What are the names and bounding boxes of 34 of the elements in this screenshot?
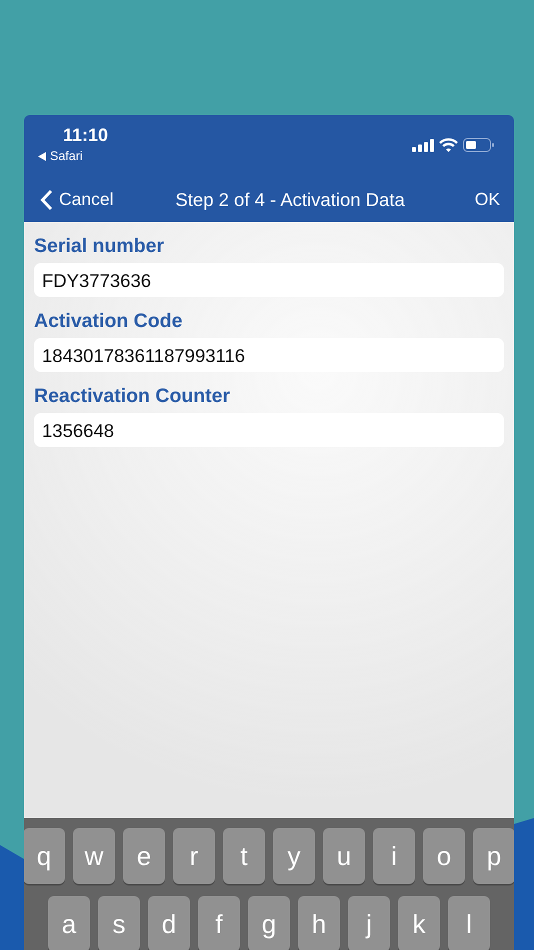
- keyboard-key[interactable]: p: [473, 828, 514, 884]
- keyboard-key[interactable]: o: [423, 828, 465, 884]
- keyboard-key[interactable]: q: [24, 828, 65, 884]
- keyboard-key[interactable]: j: [348, 896, 390, 950]
- battery-icon: [463, 138, 494, 152]
- keyboard-key[interactable]: u: [323, 828, 365, 884]
- keyboard-key[interactable]: f: [198, 896, 240, 950]
- input-field[interactable]: FDY3773636: [34, 263, 504, 297]
- input-field[interactable]: 1356648: [34, 413, 504, 447]
- keyboard-key[interactable]: i: [373, 828, 415, 884]
- keyboard-key[interactable]: h: [298, 896, 340, 950]
- keyboard-key[interactable]: d: [148, 896, 190, 950]
- wifi-icon: [439, 138, 458, 152]
- field-label: Reactivation Counter: [34, 384, 232, 409]
- keyboard-key[interactable]: a: [48, 896, 90, 950]
- field-label: Activation Code: [34, 309, 184, 334]
- back-triangle-icon: [38, 152, 46, 160]
- signal-icon: [412, 138, 434, 152]
- keyboard-key[interactable]: y: [273, 828, 315, 884]
- keyboard-key[interactable]: w: [73, 828, 115, 884]
- status-time: 11:10: [63, 125, 108, 145]
- keyboard-key[interactable]: k: [398, 896, 440, 950]
- chevron-left-icon: [40, 188, 53, 210]
- keyboard-key[interactable]: e: [123, 828, 165, 884]
- back-app-link[interactable]: Safari: [50, 149, 83, 163]
- keyboard-key[interactable]: l: [448, 896, 490, 950]
- keyboard-key[interactable]: t: [223, 828, 265, 884]
- keyboard-key[interactable]: r: [173, 828, 215, 884]
- cancel-button[interactable]: Cancel: [40, 188, 114, 210]
- ok-button[interactable]: OK: [474, 189, 500, 210]
- keyboard-key[interactable]: g: [248, 896, 290, 950]
- keyboard-key[interactable]: s: [98, 896, 140, 950]
- input-field[interactable]: 18430178361187993116: [34, 338, 504, 372]
- field-label: Serial number: [34, 234, 166, 259]
